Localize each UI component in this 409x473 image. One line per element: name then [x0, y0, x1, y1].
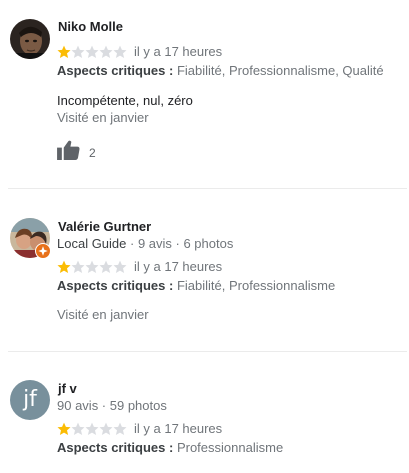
star-empty-icon [85, 45, 99, 59]
critical-aspects-label: Aspects critiques : [57, 440, 174, 455]
reviewer-name[interactable]: jf v [58, 381, 77, 396]
like-button[interactable]: 2 [57, 140, 96, 165]
thumb-up-icon [57, 140, 80, 165]
star-rating [57, 45, 127, 59]
review-text: Incompétente, nul, zéro [57, 93, 193, 108]
reviewer-avatar[interactable]: jf [10, 380, 50, 420]
star-empty-icon [113, 260, 127, 274]
visit-date: Visité en janvier [57, 110, 149, 125]
critical-aspects: Aspects critiques : Fiabilité, Professio… [57, 278, 335, 293]
visit-date: Visité en janvier [57, 307, 149, 322]
star-filled-icon [57, 260, 71, 274]
star-empty-icon [71, 45, 85, 59]
star-empty-icon [71, 422, 85, 436]
reviewer-avatar[interactable] [10, 19, 50, 59]
critical-aspects: Aspects critiques : Professionnalisme [57, 440, 283, 455]
star-empty-icon [85, 422, 99, 436]
reviewer-name[interactable]: Niko Molle [58, 19, 123, 34]
critical-aspects: Aspects critiques : Fiabilité, Professio… [57, 63, 384, 78]
review-time: il y a 17 heures [134, 421, 223, 436]
star-empty-icon [99, 260, 113, 274]
review-divider [8, 351, 407, 352]
critical-aspects-values: Fiabilité, Professionnalisme [176, 278, 336, 293]
star-rating [57, 422, 127, 436]
review-divider [8, 188, 407, 189]
star-empty-icon [99, 45, 113, 59]
star-empty-icon [99, 422, 113, 436]
star-empty-icon [113, 422, 127, 436]
reviewer-stats: 90 avis · 59 photos [57, 398, 167, 413]
star-filled-icon [57, 422, 71, 436]
like-count: 2 [89, 145, 96, 160]
local-guide-badge-icon [35, 243, 51, 259]
local-guide-label: Local Guide [57, 236, 127, 251]
reviewer-counts: · 9 avis · 6 photos [126, 236, 234, 251]
review-time: il y a 17 heures [134, 259, 223, 274]
critical-aspects-label: Aspects critiques : [57, 278, 174, 293]
critical-aspects-values: Fiabilité, Professionnalisme, Qualité [176, 63, 384, 78]
star-filled-icon [57, 45, 71, 59]
reviewer-stats: Local Guide · 9 avis · 6 photos [57, 236, 233, 251]
review-time: il y a 17 heures [134, 44, 223, 59]
critical-aspects-values: Professionnalisme [176, 440, 284, 455]
star-empty-icon [85, 260, 99, 274]
star-empty-icon [113, 45, 127, 59]
star-empty-icon [71, 260, 85, 274]
star-rating [57, 260, 127, 274]
reviewer-name[interactable]: Valérie Gurtner [58, 219, 151, 234]
critical-aspects-label: Aspects critiques : [57, 63, 174, 78]
